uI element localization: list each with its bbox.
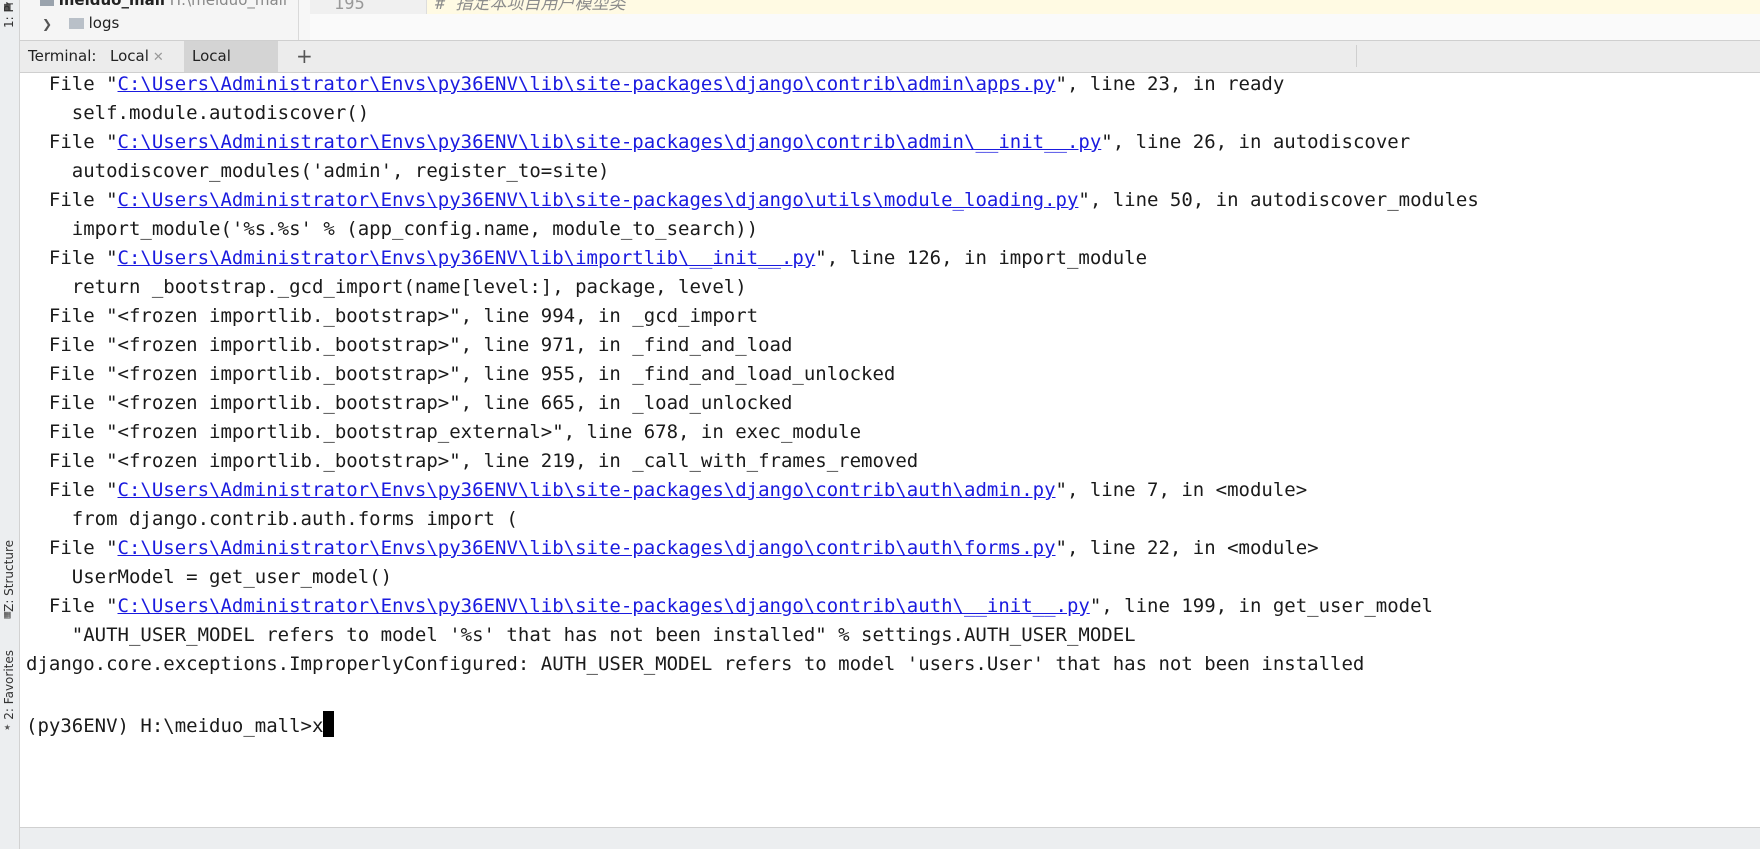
- line-text: import_module('%s.%s' % (app_config.name…: [26, 218, 759, 240]
- line-text: ", line 126, in import_module: [815, 247, 1148, 269]
- line-text: File ": [26, 595, 118, 617]
- tool-window-project[interactable]: 1: Pr: [2, 2, 16, 28]
- file-link[interactable]: C:\Users\Administrator\Envs\py36ENV\lib\…: [118, 131, 1102, 153]
- line-text: ", line 50, in autodiscover_modules: [1078, 189, 1479, 211]
- line-text: ", line 23, in ready: [1055, 73, 1285, 95]
- line-text: ", line 199, in get_user_model: [1089, 595, 1433, 617]
- line-text: File ": [26, 247, 118, 269]
- terminal-line: File "<frozen importlib._bootstrap>", li…: [26, 334, 793, 356]
- terminal-line: File "C:\Users\Administrator\Envs\py36EN…: [26, 189, 1479, 211]
- line-text: (py36ENV) H:\meiduo_mall>x: [26, 715, 324, 737]
- line-text: File "<frozen importlib._bootstrap>", li…: [26, 334, 793, 356]
- line-text: File ": [26, 479, 118, 501]
- file-link[interactable]: C:\Users\Administrator\Envs\py36ENV\lib\…: [118, 247, 816, 269]
- line-text: self.module.autodiscover(): [26, 102, 370, 124]
- tab-local[interactable]: Local ✕: [102, 41, 184, 72]
- line-text: File "<frozen importlib._bootstrap>", li…: [26, 450, 919, 472]
- new-tab-button[interactable]: +: [288, 41, 321, 72]
- text-cursor: [323, 711, 335, 737]
- terminal-line: UserModel = get_user_model(): [26, 566, 392, 588]
- line-text: File ": [26, 189, 118, 211]
- left-tool-strip: ■ 1: Pr Z: Structure ▦ 2: Favorites ★: [0, 0, 20, 849]
- folder-icon: [40, 0, 54, 6]
- terminal-line: import_module('%s.%s' % (app_config.name…: [26, 218, 758, 240]
- terminal-line: File "<frozen importlib._bootstrap>", li…: [26, 363, 896, 385]
- terminal-line: File "C:\Users\Administrator\Envs\py36EN…: [26, 537, 1319, 559]
- line-text: File ": [26, 73, 118, 95]
- terminal-tab-bar: Terminal: Local ✕ Local (2)✕ +: [20, 40, 1760, 96]
- editor-area[interactable]: [310, 14, 1760, 40]
- divider: [1356, 45, 1357, 67]
- project-root[interactable]: meiduo_mall H:\meiduo_mall: [40, 0, 287, 9]
- line-text: ", line 7, in <module>: [1055, 479, 1308, 501]
- line-text: "AUTH_USER_MODEL refers to model '%s' th…: [26, 624, 1136, 646]
- terminal-line: "AUTH_USER_MODEL refers to model '%s' th…: [26, 624, 1136, 646]
- file-link[interactable]: C:\Users\Administrator\Envs\py36ENV\lib\…: [118, 189, 1079, 211]
- line-text: File "<frozen importlib._bootstrap>", li…: [26, 305, 759, 327]
- tool-window-structure[interactable]: Z: Structure: [2, 540, 16, 612]
- project-root-name: meiduo_mall: [58, 0, 165, 9]
- file-link[interactable]: C:\Users\Administrator\Envs\py36ENV\lib\…: [118, 595, 1090, 617]
- line-text: autodiscover_modules('admin', register_t…: [26, 160, 610, 182]
- file-link[interactable]: C:\Users\Administrator\Envs\py36ENV\lib\…: [118, 537, 1056, 559]
- line-text: django.core.exceptions.ImproperlyConfigu…: [26, 653, 1365, 675]
- close-icon[interactable]: ✕: [153, 50, 164, 65]
- tree-item-label: logs: [88, 14, 120, 32]
- terminal-line: File "<frozen importlib._bootstrap_exter…: [26, 421, 861, 443]
- line-text: File "<frozen importlib._bootstrap_exter…: [26, 421, 862, 443]
- file-link[interactable]: C:\Users\Administrator\Envs\py36ENV\lib\…: [118, 479, 1056, 501]
- line-text: File "<frozen importlib._bootstrap>", li…: [26, 392, 793, 414]
- tab-label: Local: [110, 47, 149, 65]
- terminal-line: from django.contrib.auth.forms import (: [26, 508, 518, 530]
- terminal-line: File "C:\Users\Administrator\Envs\py36EN…: [26, 73, 1284, 95]
- status-bar: [20, 827, 1760, 849]
- editor-line-number: 195: [310, 0, 427, 14]
- file-link[interactable]: C:\Users\Administrator\Envs\py36ENV\lib\…: [118, 73, 1056, 95]
- terminal-line: return _bootstrap._gcd_import(name[level…: [26, 276, 747, 298]
- terminal-title: Terminal:: [28, 47, 97, 65]
- line-text: ", line 22, in <module>: [1055, 537, 1319, 559]
- project-tree: meiduo_mall H:\meiduo_mall ❯ logs: [20, 0, 299, 40]
- line-text: return _bootstrap._gcd_import(name[level…: [26, 276, 747, 298]
- terminal-line: autodiscover_modules('admin', register_t…: [26, 160, 610, 182]
- folder-icon: [68, 18, 84, 29]
- line-text: File ": [26, 131, 118, 153]
- terminal-line: File "C:\Users\Administrator\Envs\py36EN…: [26, 479, 1307, 501]
- line-text: File ": [26, 537, 118, 559]
- project-root-path: H:\meiduo_mall: [169, 0, 288, 9]
- line-text: from django.contrib.auth.forms import (: [26, 508, 518, 530]
- star-icon[interactable]: ★: [4, 721, 15, 732]
- terminal-line: File "<frozen importlib._bootstrap>", li…: [26, 305, 758, 327]
- terminal-line: File "C:\Users\Administrator\Envs\py36EN…: [26, 595, 1433, 617]
- terminal-line: (py36ENV) H:\meiduo_mall>x: [26, 711, 335, 737]
- terminal-output[interactable]: File "C:\Users\Administrator\Envs\py36EN…: [20, 73, 1760, 827]
- line-text: ", line 26, in autodiscover: [1101, 131, 1411, 153]
- terminal-line: self.module.autodiscover(): [26, 102, 369, 124]
- terminal-line: django.core.exceptions.ImproperlyConfigu…: [26, 653, 1364, 675]
- top-area: meiduo_mall H:\meiduo_mall ❯ logs 195 # …: [20, 0, 1760, 40]
- chevron-right-icon[interactable]: ❯: [42, 17, 52, 31]
- tool-window-favorites[interactable]: 2: Favorites: [2, 650, 16, 720]
- terminal-line: File "<frozen importlib._bootstrap>", li…: [26, 450, 918, 472]
- line-text: File "<frozen importlib._bootstrap>", li…: [26, 363, 896, 385]
- tree-item-logs[interactable]: ❯ logs: [42, 14, 119, 32]
- line-text: UserModel = get_user_model(): [26, 566, 393, 588]
- structure-icon[interactable]: ▦: [4, 609, 15, 620]
- tab-local-2[interactable]: Local (2)✕: [184, 41, 278, 96]
- terminal-line: File "C:\Users\Administrator\Envs\py36EN…: [26, 247, 1147, 269]
- terminal-line: File "<frozen importlib._bootstrap>", li…: [26, 392, 793, 414]
- terminal-line: File "C:\Users\Administrator\Envs\py36EN…: [26, 131, 1410, 153]
- editor-code-line[interactable]: # 指定本项目用户模型类: [427, 0, 1760, 14]
